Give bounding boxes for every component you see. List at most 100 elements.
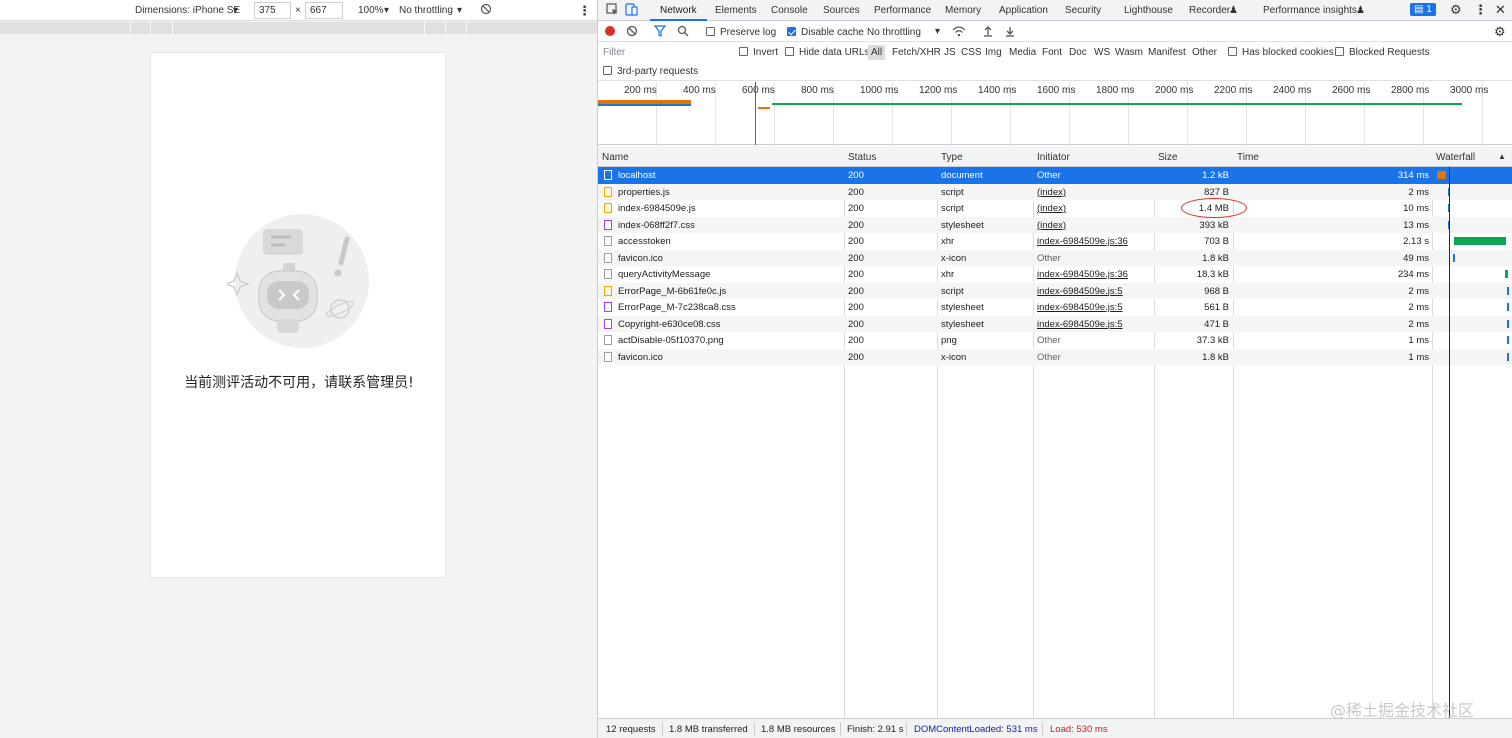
device-throttling-select[interactable]: No throttling bbox=[399, 5, 453, 16]
device-width-input[interactable] bbox=[254, 2, 291, 19]
cell-initiator[interactable]: (index) bbox=[1037, 220, 1151, 231]
close-icon[interactable]: ✕ bbox=[1495, 2, 1506, 18]
network-conditions-icon[interactable] bbox=[952, 25, 966, 40]
type-filter-doc[interactable]: Doc bbox=[1069, 47, 1087, 58]
tab-recorder[interactable]: Recorder bbox=[1189, 5, 1230, 16]
issues-badge[interactable]: ▤ 1 bbox=[1410, 3, 1436, 16]
cell-name[interactable]: properties.js bbox=[618, 187, 840, 198]
record-icon[interactable] bbox=[605, 26, 615, 36]
script-file-icon bbox=[604, 203, 612, 213]
type-filter-wasm[interactable]: Wasm bbox=[1115, 47, 1143, 58]
type-filter-ws[interactable]: WS bbox=[1094, 47, 1110, 58]
type-filter-media[interactable]: Media bbox=[1009, 47, 1036, 58]
cell-initiator[interactable]: (index) bbox=[1037, 187, 1151, 198]
clear-icon[interactable] bbox=[626, 25, 638, 40]
cell-name[interactable]: index-068ff2f7.css bbox=[618, 220, 840, 231]
waterfall-bar bbox=[1507, 303, 1510, 311]
type-filter-js[interactable]: JS bbox=[944, 47, 956, 58]
inspect-element-icon[interactable] bbox=[606, 3, 619, 19]
more-options-icon[interactable]: ⋮ bbox=[578, 3, 591, 19]
search-icon[interactable] bbox=[677, 25, 689, 40]
type-filter-all[interactable]: All bbox=[868, 45, 886, 60]
type-filter-manifest[interactable]: Manifest bbox=[1148, 47, 1186, 58]
blocked-cookies-checkbox[interactable] bbox=[1228, 47, 1237, 56]
tab-elements[interactable]: Elements bbox=[715, 5, 757, 16]
device-height-input[interactable] bbox=[305, 2, 343, 19]
column-header-size[interactable]: Size bbox=[1158, 152, 1177, 163]
cell-initiator[interactable]: index-6984509e.js:5 bbox=[1037, 319, 1151, 330]
table-row[interactable]: accesstoken 200 xhr index-6984509e.js:36 703… bbox=[598, 233, 1512, 250]
disable-cache-checkbox[interactable] bbox=[787, 27, 796, 36]
cell-initiator[interactable]: index-6984509e.js:36 bbox=[1037, 269, 1151, 280]
third-party-checkbox[interactable] bbox=[603, 66, 612, 75]
tab-console[interactable]: Console bbox=[771, 5, 808, 16]
filter-input[interactable]: Filter bbox=[603, 47, 625, 58]
network-settings-gear-icon[interactable]: ⚙ bbox=[1494, 24, 1506, 40]
table-row[interactable]: actDisable-05f10370.png 200 png Other 37.3 k… bbox=[598, 332, 1512, 349]
cell-initiator[interactable]: (index) bbox=[1037, 203, 1151, 214]
cell-initiator[interactable]: index-6984509e.js:36 bbox=[1037, 236, 1151, 247]
zoom-select[interactable]: 100% bbox=[358, 5, 384, 16]
cell-name[interactable]: localhost bbox=[618, 170, 840, 181]
column-header-initiator[interactable]: Initiator bbox=[1037, 152, 1070, 163]
tab-network[interactable]: Network bbox=[660, 5, 697, 16]
tab-memory[interactable]: Memory bbox=[945, 5, 981, 16]
column-header-type[interactable]: Type bbox=[941, 152, 963, 163]
type-filter-img[interactable]: Img bbox=[985, 47, 1002, 58]
hide-data-urls-checkbox[interactable] bbox=[785, 47, 794, 56]
more-options-icon[interactable]: ⋮ bbox=[1474, 2, 1487, 18]
blocked-requests-checkbox[interactable] bbox=[1335, 47, 1344, 56]
network-overview-timeline[interactable]: 200 ms 400 ms 600 ms 800 ms 1000 ms 1200 ms 14… bbox=[598, 82, 1512, 145]
type-filter-fetch-xhr[interactable]: Fetch/XHR bbox=[892, 47, 941, 58]
cell-name[interactable]: favicon.ico bbox=[618, 253, 840, 264]
active-tab-indicator bbox=[650, 19, 707, 21]
tab-performance-insights[interactable]: Performance insights bbox=[1263, 5, 1357, 16]
stylesheet-file-icon bbox=[604, 318, 612, 329]
device-select[interactable]: Dimensions: iPhone SE bbox=[135, 5, 240, 16]
gear-icon[interactable]: ⚙ bbox=[1450, 2, 1462, 18]
tab-security[interactable]: Security bbox=[1065, 5, 1101, 16]
tab-performance[interactable]: Performance bbox=[874, 5, 931, 16]
table-row[interactable]: index-068ff2f7.css 200 stylesheet (index) 39… bbox=[598, 216, 1512, 233]
table-row[interactable]: favicon.ico 200 x-icon Other 1.8 kB 49 ms bbox=[598, 249, 1512, 266]
tab-lighthouse[interactable]: Lighthouse bbox=[1124, 5, 1173, 16]
filter-icon[interactable] bbox=[653, 25, 667, 40]
export-har-icon[interactable] bbox=[1005, 25, 1015, 40]
cell-name[interactable]: accesstoken bbox=[618, 236, 840, 247]
table-row[interactable]: localhost 200 document Other 1.2 kB 314 ms bbox=[598, 167, 1512, 184]
type-filter-css[interactable]: CSS bbox=[961, 47, 982, 58]
cell-name[interactable]: ErrorPage_M-6b61fe0c.js bbox=[618, 286, 840, 297]
cell-name[interactable]: index-6984509e.js bbox=[618, 203, 840, 214]
table-row[interactable]: Copyright-e630ce08.css 200 stylesheet index… bbox=[598, 315, 1512, 332]
column-header-time[interactable]: Time bbox=[1237, 152, 1259, 163]
table-row[interactable]: ErrorPage_M-6b61fe0c.js 200 script index-69… bbox=[598, 282, 1512, 299]
import-har-icon[interactable] bbox=[983, 25, 993, 40]
device-toggle-icon[interactable] bbox=[625, 3, 638, 19]
overview-tick-label: 1200 ms bbox=[919, 85, 958, 96]
table-row[interactable]: ErrorPage_M-7c238ca8.css 200 stylesheet ind… bbox=[598, 299, 1512, 316]
tab-sources[interactable]: Sources bbox=[823, 5, 860, 16]
type-filter-other[interactable]: Other bbox=[1192, 47, 1217, 58]
table-row[interactable]: favicon.ico 200 x-icon Other 1.8 kB 1 ms bbox=[598, 348, 1512, 365]
tab-application[interactable]: Application bbox=[999, 5, 1048, 16]
network-throttling-select[interactable]: No throttling bbox=[867, 27, 921, 38]
cell-status: 200 bbox=[848, 335, 864, 346]
preserve-log-checkbox[interactable] bbox=[706, 27, 715, 36]
cell-name[interactable]: actDisable-05f10370.png bbox=[618, 335, 840, 346]
column-header-waterfall[interactable]: Waterfall bbox=[1436, 152, 1475, 163]
cell-name[interactable]: favicon.ico bbox=[618, 352, 840, 363]
invert-checkbox[interactable] bbox=[739, 47, 748, 56]
cell-initiator[interactable]: index-6984509e.js:5 bbox=[1037, 302, 1151, 313]
table-row[interactable]: queryActivityMessage 200 xhr index-6984509e… bbox=[598, 266, 1512, 283]
table-row[interactable]: properties.js 200 script (index) 827 B 2 ms bbox=[598, 183, 1512, 200]
cell-name[interactable]: ErrorPage_M-7c238ca8.css bbox=[618, 302, 840, 313]
cell-name[interactable]: queryActivityMessage bbox=[618, 269, 840, 280]
cell-name[interactable]: Copyright-e630ce08.css bbox=[618, 319, 840, 330]
waterfall-bar bbox=[1505, 270, 1508, 278]
column-header-status[interactable]: Status bbox=[848, 152, 876, 163]
cell-initiator[interactable]: index-6984509e.js:5 bbox=[1037, 286, 1151, 297]
rotate-icon[interactable] bbox=[480, 3, 492, 18]
table-row[interactable]: index-6984509e.js 200 script (index) 1.4 MB 1… bbox=[598, 200, 1512, 217]
column-header-name[interactable]: Name bbox=[602, 152, 629, 163]
type-filter-font[interactable]: Font bbox=[1042, 47, 1062, 58]
